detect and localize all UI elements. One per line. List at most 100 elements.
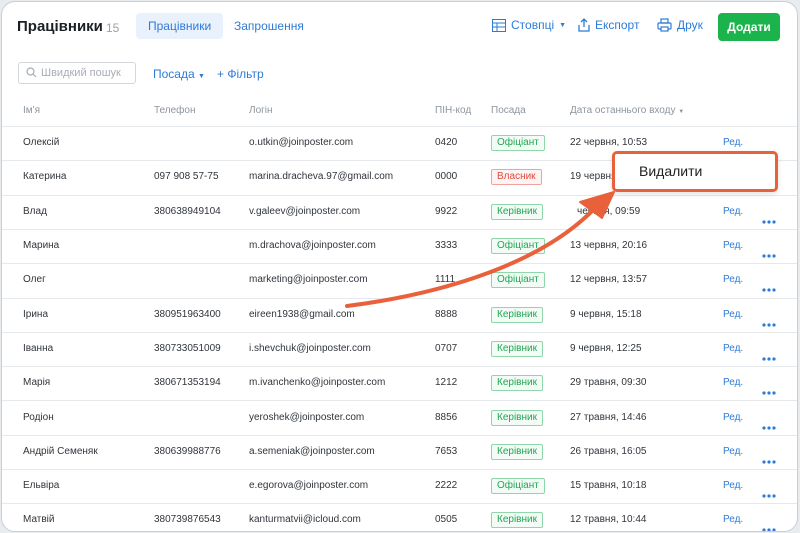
employee-name: Матвій [23, 514, 55, 526]
employee-phone: 380739876543 [154, 514, 221, 526]
column-header-last-login[interactable]: Дата останнього входу ▼ [570, 105, 684, 116]
employee-name: Андрій Семеняк [23, 445, 98, 457]
edit-link[interactable]: Ред. [723, 343, 743, 354]
table-divider [2, 331, 797, 333]
edit-link[interactable]: Ред. [723, 412, 743, 423]
employee-login: yeroshek@joinposter.com [249, 411, 365, 423]
employee-pin: 0505 [435, 514, 458, 526]
employee-name: Ельвіра [23, 480, 60, 492]
add-filter-button[interactable]: + Фільтр [217, 67, 264, 81]
last-login: 9 червня, 15:18 [570, 308, 642, 320]
employee-pin: 0707 [435, 342, 458, 354]
more-options-icon[interactable] [762, 382, 776, 395]
edit-link[interactable]: Ред. [723, 206, 743, 217]
employee-login: m.ivanchenko@joinposter.com [249, 377, 386, 389]
employee-login: a.semeniak@joinposter.com [249, 445, 375, 457]
page-header: Працівники 15 Працівники Запрошення Стов… [2, 2, 797, 52]
more-options-icon[interactable] [762, 211, 776, 224]
table-divider [2, 194, 797, 196]
position-filter[interactable]: Посада ▼ [153, 67, 205, 81]
edit-link[interactable]: Ред. [723, 446, 743, 457]
last-login: 26 травня, 16:05 [570, 445, 647, 457]
quick-search[interactable] [18, 62, 136, 84]
employee-phone: 380639988776 [154, 445, 221, 457]
chevron-down-icon: ▼ [198, 73, 205, 80]
role-badge: Власник [491, 169, 542, 186]
column-header-name: Ім'я [23, 105, 40, 116]
employee-pin: 2222 [435, 480, 458, 492]
role-badge: Керівник [491, 306, 543, 323]
search-icon [26, 67, 37, 78]
table-divider [2, 469, 797, 470]
search-input[interactable] [41, 65, 131, 81]
last-login: 22 червня, 10:53 [570, 137, 648, 149]
more-options-icon[interactable] [762, 451, 776, 464]
last-login: 9 червня, 12:25 [570, 342, 642, 354]
edit-link[interactable]: Ред. [723, 137, 743, 148]
table-divider [2, 263, 797, 265]
more-options-icon[interactable] [762, 142, 776, 155]
column-header-pin: ПІН-код [435, 105, 472, 116]
export-button[interactable]: Експорт [578, 18, 639, 32]
page-title: Працівники [17, 18, 103, 35]
employee-phone: 380733051009 [154, 342, 221, 354]
employee-pin: 0420 [435, 137, 458, 149]
table-divider [2, 434, 797, 436]
table-divider [2, 126, 797, 127]
employee-phone: 380951963400 [154, 308, 221, 320]
edit-link[interactable]: Ред. [723, 514, 743, 525]
employee-phone: 380638949104 [154, 205, 221, 217]
role-badge: Керівник [491, 512, 543, 529]
employee-name: Влад [23, 205, 47, 217]
role-badge: Керівник [491, 409, 543, 426]
more-options-icon[interactable] [762, 314, 776, 327]
employee-name: Іванна [23, 342, 54, 354]
employee-name: Катерина [23, 171, 67, 183]
table-divider [2, 297, 797, 299]
sort-desc-icon: ▼ [678, 109, 685, 115]
columns-label: Стовпці [511, 18, 555, 32]
delete-menu[interactable]: Видалити [612, 151, 778, 192]
last-login: 27 травня, 14:46 [570, 411, 647, 423]
tab-employees[interactable]: Працівники [136, 13, 224, 39]
employee-phone: 097 908 57-75 [154, 171, 219, 183]
edit-link[interactable]: Ред. [723, 480, 743, 491]
last-login: 12 травня, 10:44 [570, 514, 647, 526]
edit-link[interactable]: Ред. [723, 309, 743, 320]
employees-panel: Працівники 15 Працівники Запрошення Стов… [1, 1, 798, 532]
employee-login: kanturmatvii@icloud.com [249, 514, 361, 526]
last-login: 19 червня [570, 171, 617, 183]
edit-link[interactable]: Ред. [723, 240, 743, 251]
delete-menu-item[interactable]: Видалити [639, 163, 702, 179]
table-divider [2, 503, 797, 505]
edit-link[interactable]: Ред. [723, 274, 743, 285]
more-options-icon[interactable] [762, 348, 776, 361]
more-options-icon[interactable] [762, 417, 776, 430]
columns-button[interactable]: Стовпці ▼ [492, 18, 566, 32]
chevron-down-icon: ▼ [559, 21, 567, 29]
role-badge: Керівник [491, 375, 543, 392]
more-options-icon[interactable] [762, 485, 776, 498]
employee-login: o.utkin@joinposter.com [249, 137, 354, 149]
last-login: 13 червня, 20:16 [570, 240, 648, 252]
tab-invitations[interactable]: Запрошення [222, 13, 316, 39]
employee-name: Марина [23, 240, 60, 252]
last-login: червня, 09:59 [577, 205, 641, 217]
add-employee-button[interactable]: Додати [718, 13, 780, 41]
edit-link[interactable]: Ред. [723, 377, 743, 388]
last-login-label: Дата останнього входу [570, 105, 676, 116]
column-header-login: Логін [249, 105, 273, 116]
more-options-icon[interactable] [762, 279, 776, 292]
export-icon [578, 18, 590, 32]
print-button[interactable]: Друк [657, 18, 703, 32]
employee-login: m.drachova@joinposter.com [249, 240, 376, 252]
employee-pin: 8856 [435, 411, 458, 423]
more-options-icon[interactable] [762, 519, 776, 531]
employee-pin: 1212 [435, 377, 458, 389]
table-divider [2, 366, 797, 368]
columns-icon [492, 18, 506, 32]
more-options-icon[interactable] [762, 245, 776, 258]
position-filter-label: Посада [153, 67, 195, 81]
last-login: 15 травня, 10:18 [570, 480, 647, 492]
employee-login: i.shevchuk@joinposter.com [249, 342, 371, 354]
